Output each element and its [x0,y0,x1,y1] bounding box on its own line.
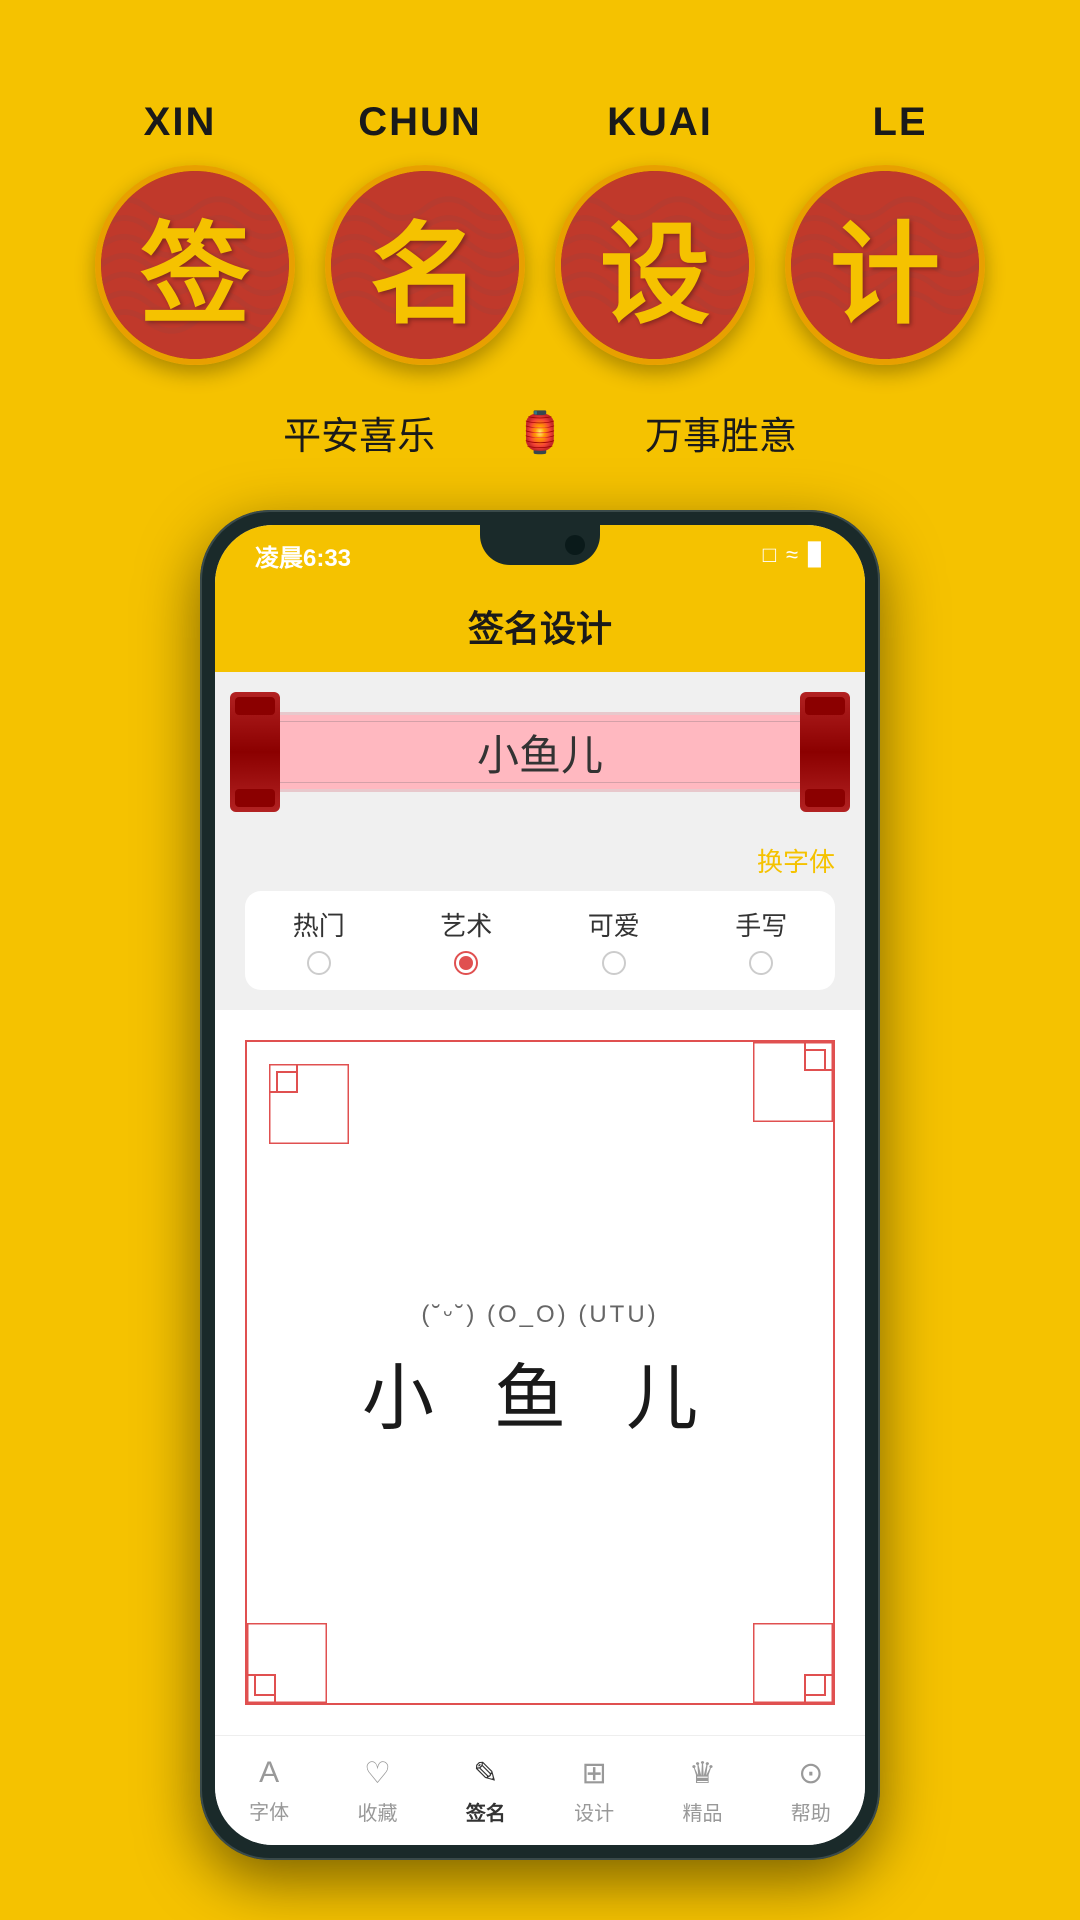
change-font-link[interactable]: 换字体 [245,842,835,879]
design-icon: ⊞ [582,1756,607,1791]
nav-item-premium[interactable]: ♛ 精品 [648,1756,756,1826]
circle-stamp-0: 签 [95,165,295,365]
signal-icon: ▊ [808,542,825,568]
nav-item-help[interactable]: ⊙ 帮助 [757,1756,865,1826]
nav-item-design[interactable]: ⊞ 设计 [540,1756,648,1826]
subtitle-left: 平安喜乐 [283,405,435,460]
corner-ornament-bl [247,1623,327,1703]
circle-stamp-2: 设 [555,165,755,365]
char-3: 计 [830,185,940,345]
scroll-right-roll [800,692,850,812]
corner-ornament-tr [753,1042,833,1122]
pinyin-xin: XIN [90,100,270,145]
scroll-banner-container: 小鱼儿 [215,672,865,832]
font-icon: A [259,1756,279,1790]
notch [480,525,600,565]
nav-item-signature[interactable]: ✎ 签名 [432,1756,540,1826]
font-tab-label-0: 热门 [293,906,345,943]
font-tab-dot-2 [602,951,626,975]
nav-label-design: 设计 [574,1797,614,1826]
signature-icon: ✎ [473,1756,498,1791]
status-bar: 凌晨6:33 □ ≈ ▊ [215,525,865,585]
nav-label-premium: 精品 [682,1797,722,1826]
pinyin-le: LE [810,100,990,145]
favorites-icon: ♡ [364,1756,391,1791]
nav-label-help: 帮助 [791,1797,831,1826]
font-tab-dot-3 [749,951,773,975]
nav-item-favorites[interactable]: ♡ 收藏 [323,1756,431,1826]
app-header: 签名设计 [215,585,865,672]
char-0: 签 [140,185,250,345]
subtitle-icon: 🏮 [515,409,565,456]
font-tab-0[interactable]: 热门 [245,906,393,975]
scroll-left-roll [230,692,280,812]
app-title: 签名设计 [468,608,612,649]
circle-stamp-3: 计 [785,165,985,365]
signature-preview: (˘ᵕ˘) (O_O) (UTU) 小 鱼 儿 [215,1010,865,1735]
circles-row: 签 名 [95,165,985,365]
char-1: 名 [370,185,480,345]
font-tab-1[interactable]: 艺术 [393,906,541,975]
subtitle-right: 万事胜意 [645,405,797,460]
font-tab-label-3: 手写 [735,906,787,943]
pinyin-kuai: KUAI [570,100,750,145]
circle-stamp-1: 名 [325,165,525,365]
font-tab-dot-0 [307,951,331,975]
font-tab-2[interactable]: 可爱 [540,906,688,975]
phone-container: 凌晨6:33 □ ≈ ▊ 签名设计 小鱼儿 [0,510,1080,1860]
camera-cutout [565,535,585,555]
nav-label-favorites: 收藏 [357,1797,397,1826]
scroll-banner: 小鱼儿 [245,692,835,812]
subtitle-row: 平安喜乐 🏮 万事胜意 [283,405,797,460]
char-2: 设 [600,185,710,345]
font-selector-area: 换字体 热门 艺术 可爱 手写 [215,832,865,1010]
sig-content: (˘ᵕ˘) (O_O) (UTU) 小 鱼 儿 [362,1301,718,1444]
corner-ornament-tl [269,1064,349,1144]
font-tab-label-2: 可爱 [588,906,640,943]
help-icon: ⊙ [798,1756,823,1791]
premium-icon: ♛ [689,1756,716,1791]
nav-label-signature: 签名 [466,1797,506,1826]
battery-icon: □ [763,542,776,568]
font-tabs: 热门 艺术 可爱 手写 [245,891,835,990]
nav-label-font: 字体 [249,1796,289,1825]
phone-screen: 凌晨6:33 □ ≈ ▊ 签名设计 小鱼儿 [215,525,865,1845]
nav-item-font[interactable]: A 字体 [215,1756,323,1825]
scroll-text: 小鱼儿 [477,722,603,783]
status-icons: □ ≈ ▊ [763,542,825,568]
phone-frame: 凌晨6:33 □ ≈ ▊ 签名设计 小鱼儿 [200,510,880,1860]
font-tab-label-1: 艺术 [440,906,492,943]
sig-kaomoji: (˘ᵕ˘) (O_O) (UTU) [421,1301,658,1329]
scroll-body: 小鱼儿 [245,712,835,792]
sig-name: 小 鱼 儿 [362,1339,718,1444]
pinyin-row: XIN CHUN KUAI LE [90,100,990,145]
top-section: XIN CHUN KUAI LE 签 [0,0,1080,460]
status-time: 凌晨6:33 [255,538,351,573]
bottom-nav: A 字体 ♡ 收藏 ✎ 签名 ⊞ 设计 ♛ 精品 [215,1735,865,1845]
corner-ornament-br [753,1623,833,1703]
pinyin-chun: CHUN [330,100,510,145]
wifi-icon: ≈ [786,542,798,568]
font-tab-3[interactable]: 手写 [688,906,836,975]
font-tab-dot-1 [454,951,478,975]
